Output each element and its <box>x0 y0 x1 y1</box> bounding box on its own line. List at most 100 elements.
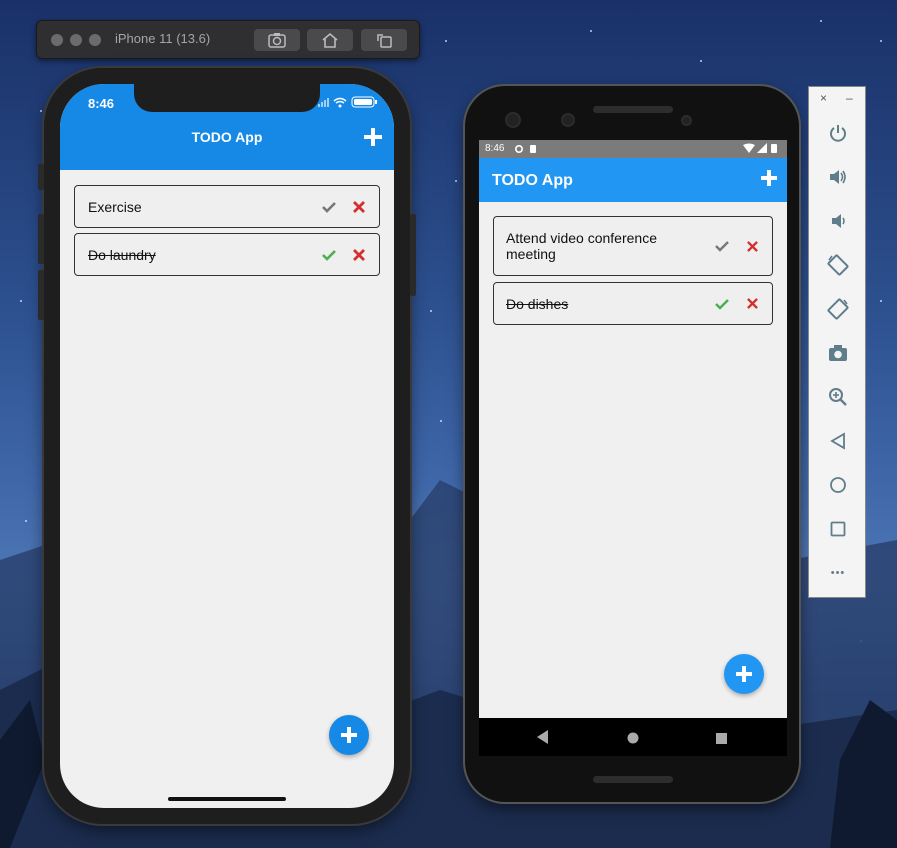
complete-button[interactable] <box>714 296 730 312</box>
iphone-device: 8:46 TODO App Exercise Do laundry <box>38 68 416 824</box>
todo-text: Exercise <box>88 198 142 215</box>
emulator-back-button[interactable] <box>826 429 850 453</box>
ios-add-button[interactable] <box>364 128 382 151</box>
rotate-left-icon <box>827 254 849 276</box>
todo-item: Do dishes <box>493 282 773 325</box>
delete-icon <box>353 200 365 213</box>
simulator-title: iPhone 11 (13.6) <box>115 31 211 46</box>
android-status-bar: 8:46 <box>479 140 787 158</box>
overview-icon <box>716 733 727 744</box>
todo-text: Do dishes <box>506 295 569 312</box>
emulator-overview-button[interactable] <box>826 517 850 541</box>
home-indicator[interactable] <box>168 797 286 801</box>
emulator-close-button[interactable]: × <box>820 91 827 105</box>
android-app-bar: TODO App <box>479 158 787 202</box>
screenshot-button[interactable] <box>254 29 300 51</box>
ios-status-icons <box>318 96 377 108</box>
todo-item: Exercise <box>74 185 380 228</box>
android-status-time: 8:46 <box>485 143 505 154</box>
home-icon <box>322 32 338 48</box>
nav-back-button[interactable] <box>537 730 549 749</box>
plus-icon <box>736 666 752 682</box>
iphone-mute-switch[interactable] <box>38 164 44 190</box>
todo-text: Do laundry <box>88 246 156 263</box>
complete-button[interactable] <box>321 199 337 215</box>
home-button[interactable] <box>307 29 353 51</box>
iphone-volume-down[interactable] <box>38 270 44 320</box>
home-circle-icon <box>830 477 846 493</box>
more-button[interactable]: ••• <box>826 561 850 585</box>
android-fab-add-button[interactable] <box>724 654 764 694</box>
delete-icon <box>746 298 758 309</box>
volume-down-icon <box>832 214 845 228</box>
volume-up-button[interactable] <box>826 165 850 189</box>
volume-down-button[interactable] <box>826 209 850 233</box>
complete-button[interactable] <box>321 247 337 263</box>
android-top-speaker <box>593 106 673 113</box>
plus-icon <box>761 170 777 186</box>
check-icon <box>322 201 336 213</box>
power-button[interactable] <box>826 121 850 145</box>
rotate-right-button[interactable] <box>826 297 850 321</box>
home-circle-icon <box>627 732 639 744</box>
ios-app-title: TODO App <box>191 129 263 145</box>
delete-button[interactable] <box>351 199 367 215</box>
android-app-title: TODO App <box>492 172 573 189</box>
android-todo-list: Attend video conference meeting Do dishe… <box>493 216 773 331</box>
delete-button[interactable] <box>351 247 367 263</box>
zoom-button[interactable] <box>826 385 850 409</box>
emulator-home-button[interactable] <box>826 473 850 497</box>
nav-overview-button[interactable] <box>716 731 727 749</box>
android-navigation-bar <box>479 718 787 756</box>
delete-button[interactable] <box>744 296 760 312</box>
emulator-control-panel: × – ••• <box>808 86 866 598</box>
more-icon: ••• <box>830 567 846 579</box>
check-icon <box>715 298 729 310</box>
complete-button[interactable] <box>714 238 730 254</box>
android-device: 8:46 TODO App Attend video conference me… <box>465 86 799 802</box>
android-bottom-speaker <box>593 776 673 783</box>
window-zoom-button[interactable] <box>89 34 101 46</box>
check-icon <box>322 249 336 261</box>
front-sensor <box>561 113 575 127</box>
rotate-left-button[interactable] <box>826 253 850 277</box>
camera-icon <box>829 345 847 361</box>
rotate-icon <box>377 34 392 48</box>
simulator-toolbar: iPhone 11 (13.6) <box>36 20 420 59</box>
android-add-button[interactable] <box>761 170 777 191</box>
front-camera <box>505 112 521 128</box>
power-icon <box>830 125 846 142</box>
iphone-screen: 8:46 TODO App Exercise Do laundry <box>60 84 394 808</box>
overview-icon <box>830 521 846 537</box>
back-icon <box>830 432 845 450</box>
nav-home-button[interactable] <box>627 731 639 749</box>
window-close-button[interactable] <box>51 34 63 46</box>
ios-status-time: 8:46 <box>88 96 115 111</box>
iphone-notch <box>134 84 320 112</box>
volume-up-icon <box>830 170 846 184</box>
android-signal-icons <box>743 143 777 153</box>
rotate-right-icon <box>827 298 849 320</box>
ios-todo-list: Exercise Do laundry <box>74 185 380 281</box>
zoom-icon <box>829 388 847 406</box>
front-sensor-dot <box>681 115 692 126</box>
rotate-button[interactable] <box>361 29 407 51</box>
camera-icon <box>268 33 286 48</box>
emulator-screenshot-button[interactable] <box>826 341 850 365</box>
delete-icon <box>353 248 365 261</box>
back-icon <box>537 730 548 744</box>
emulator-minimize-button[interactable]: – <box>846 91 853 105</box>
todo-item: Attend video conference meeting <box>493 216 773 276</box>
iphone-volume-up[interactable] <box>38 214 44 264</box>
android-notification-icons <box>515 145 536 153</box>
ios-fab-add-button[interactable] <box>329 715 369 755</box>
todo-item: Do laundry <box>74 233 380 276</box>
check-icon <box>715 241 729 252</box>
window-minimize-button[interactable] <box>70 34 82 46</box>
todo-text: Attend video conference meeting <box>506 230 657 262</box>
delete-icon <box>746 240 758 252</box>
plus-icon <box>364 128 382 146</box>
iphone-power-button[interactable] <box>410 214 416 296</box>
delete-button[interactable] <box>744 238 760 254</box>
plus-icon <box>341 727 357 743</box>
